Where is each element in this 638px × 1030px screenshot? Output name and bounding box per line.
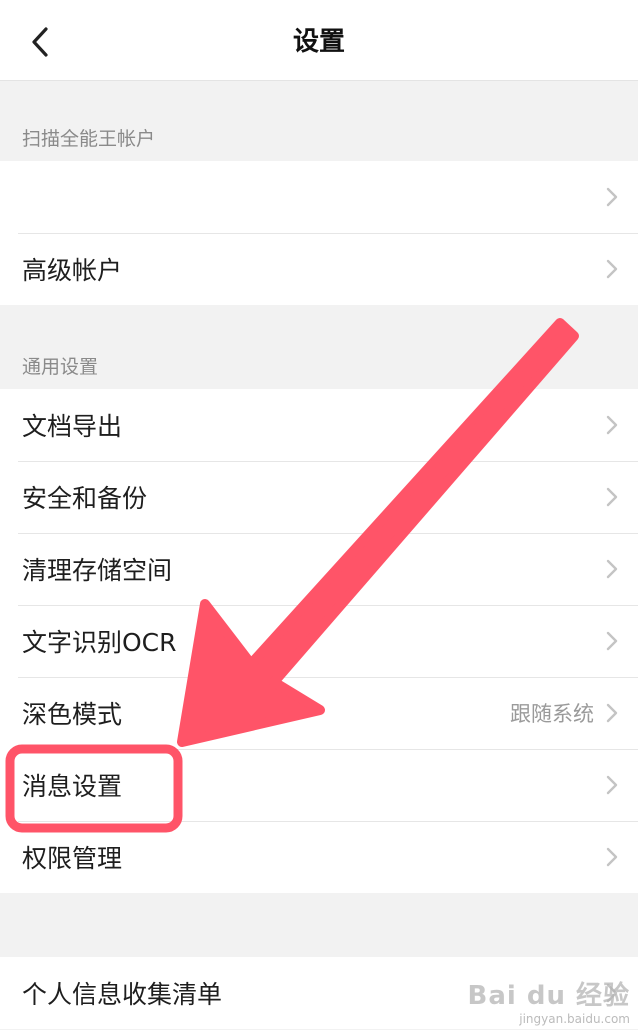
chevron-right-icon <box>606 702 620 724</box>
settings-row-premium-account[interactable]: 高级帐户 <box>0 233 638 305</box>
settings-row-dark-mode[interactable]: 深色模式 跟随系统 <box>0 677 638 749</box>
chevron-right-icon <box>606 630 620 652</box>
row-label: 文档导出 <box>22 412 123 441</box>
chevron-right-icon <box>606 846 620 868</box>
settings-row-message-settings[interactable]: 消息设置 <box>0 749 638 821</box>
page-title: 设置 <box>292 27 345 57</box>
settings-row-clear-storage[interactable]: 清理存储空间 <box>0 533 638 605</box>
row-label: 个人信息收集清单 <box>22 980 223 1009</box>
row-label: 文字识别OCR <box>22 628 177 657</box>
chevron-right-icon <box>606 982 620 1004</box>
row-label: 权限管理 <box>22 844 123 873</box>
chevron-right-icon <box>606 414 620 436</box>
settings-row-ocr[interactable]: 文字识别OCR <box>0 605 638 677</box>
settings-row-permissions[interactable]: 权限管理 <box>0 821 638 893</box>
row-label: 清理存储空间 <box>22 556 173 585</box>
dark-mode-value: 跟随系统 <box>510 702 594 726</box>
chevron-right-icon <box>606 258 620 280</box>
chevron-right-icon <box>606 558 620 580</box>
chevron-right-icon <box>606 486 620 508</box>
navigation-bar: 设置 <box>0 0 638 81</box>
row-label: 消息设置 <box>22 772 123 801</box>
settings-row-document-export[interactable]: 文档导出 <box>0 389 638 461</box>
chevron-right-icon <box>606 186 620 208</box>
settings-row-personal-info-list[interactable]: 个人信息收集清单 <box>0 957 638 1029</box>
account-group: 高级帐户 <box>0 161 638 305</box>
row-label: 深色模式 <box>22 700 123 729</box>
row-label: 安全和备份 <box>22 484 148 513</box>
settings-row-security-backup[interactable]: 安全和备份 <box>0 461 638 533</box>
section-label-account: 扫描全能王帐户 <box>22 128 156 150</box>
privacy-group: 个人信息收集清单 <box>0 957 638 1029</box>
section-label-general: 通用设置 <box>22 356 99 378</box>
chevron-right-icon <box>606 774 620 796</box>
settings-row-account[interactable] <box>0 161 638 233</box>
row-label: 高级帐户 <box>22 256 123 285</box>
general-group: 文档导出 安全和备份 清理存储空间 文字识别OCR 深色模式 跟随系统 消息设置… <box>0 389 638 893</box>
